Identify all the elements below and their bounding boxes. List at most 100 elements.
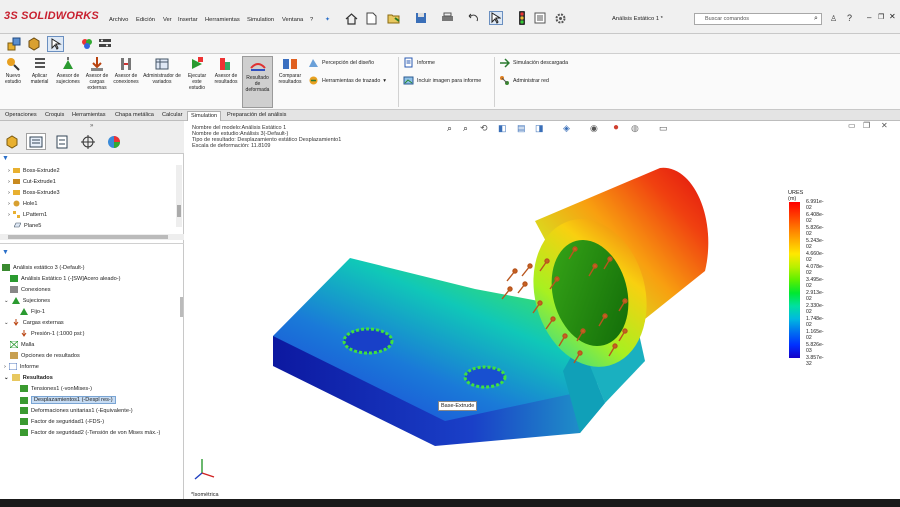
configuration-manager-tab-icon[interactable] (52, 133, 72, 150)
view-orientation-icon[interactable]: ◨ (535, 123, 544, 134)
viewport-restore-icon[interactable]: ❐ (863, 121, 870, 130)
horizontal-scrollbar[interactable] (0, 234, 184, 240)
save-icon[interactable] (414, 11, 428, 25)
restore-icon[interactable]: ❐ (878, 13, 884, 21)
study-root[interactable]: Análisis estático 3 (-Default-) (2, 264, 85, 271)
variants-manager-button[interactable]: Administrador de variados (143, 56, 181, 85)
tab-simulation[interactable]: Simulation (187, 111, 222, 121)
new-study-button[interactable]: Nuevo estudio (2, 56, 24, 85)
viewport-close-icon[interactable]: ✕ (881, 121, 888, 130)
menu-ventana[interactable]: Ventana (282, 17, 303, 23)
tree-scrollbar[interactable] (176, 165, 182, 227)
tree-item[interactable]: Deformaciones unitarias1 (-Equivalente-) (20, 407, 133, 414)
menu-simulation[interactable]: Simulation (247, 17, 274, 23)
tree-item[interactable]: Análisis Estático 1 (-[SW]Acero aleado-) (10, 275, 120, 282)
appearance-icon[interactable] (80, 37, 94, 51)
tree-item[interactable]: Factor de seguridad1 (-FDS-) (20, 418, 104, 425)
hide-show-icon[interactable]: ◉ (590, 123, 598, 134)
apply-scene-icon[interactable]: ◍ (631, 123, 639, 134)
edit-appearance-icon[interactable]: ● (613, 122, 619, 133)
minimize-icon[interactable]: – (867, 13, 871, 22)
traffic-light-icon[interactable] (515, 11, 529, 25)
menu-archivo[interactable]: Archivo (109, 17, 128, 23)
tree-item[interactable]: › Hole1 (8, 200, 38, 207)
tab-chapa-metalica[interactable]: Chapa metálica (112, 111, 157, 121)
section-view-icon[interactable]: ◧ (498, 123, 507, 134)
tab-preparacion-analisis[interactable]: Preparación del análisis (224, 111, 289, 121)
tree-item[interactable]: ⌄ Sujeciones (4, 297, 50, 304)
select-cursor-icon[interactable] (489, 11, 503, 25)
tree-item[interactable]: Opciones de resultados (10, 352, 80, 359)
viewport-minimize-icon[interactable]: ▭ (848, 121, 856, 130)
menu-herramientas[interactable]: Herramientas (205, 17, 240, 23)
compare-results-button[interactable]: Comparar resultados (276, 56, 304, 85)
offload-simulation-button[interactable]: Simulación descargada (499, 57, 568, 68)
deformed-result-button[interactable]: Resultado de deformada (242, 56, 273, 108)
tree-item[interactable]: Tensiones1 (-vonMises-) (20, 385, 92, 392)
close-icon[interactable]: ✕ (889, 12, 896, 21)
dynamic-annotation-icon[interactable]: ▤ (517, 123, 526, 134)
tree-item[interactable]: Fijo-1 (20, 308, 45, 315)
user-icon[interactable]: ♙ (830, 14, 837, 23)
tree-item[interactable]: Malla (10, 341, 34, 348)
tree-item[interactable]: Factor de seguridad2 (-Tensión de von Mi… (20, 429, 160, 436)
tab-calcular[interactable]: Calcular (159, 111, 186, 121)
connections-advisor-button[interactable]: Asesor de conexiones (111, 56, 141, 85)
part-icon[interactable] (27, 37, 41, 51)
view-settings-icon[interactable]: ▭ (659, 123, 668, 134)
menu-ver[interactable]: Ver (163, 17, 172, 23)
run-study-button[interactable]: Ejecutar este estudio (184, 56, 210, 91)
tree-item[interactable]: Conexiones (10, 286, 51, 293)
search-input[interactable]: Buscar comandos (694, 13, 822, 25)
fixtures-advisor-button[interactable]: Asesor de sujeciones (54, 56, 82, 85)
chevron-down-icon[interactable]: ▾ (383, 78, 386, 84)
gear-icon[interactable] (553, 11, 567, 25)
results-advisor-button[interactable]: Asesor de resultados (213, 56, 239, 85)
tree-item[interactable]: Plane5 (8, 222, 41, 229)
tab-croquis[interactable]: Croquis (42, 111, 67, 121)
feature-manager-tab-icon[interactable] (2, 133, 22, 150)
menu-insertar[interactable]: Insertar (178, 17, 198, 23)
print-icon[interactable] (440, 11, 454, 25)
apply-material-button[interactable]: Aplicar material (27, 56, 52, 85)
search-icon[interactable]: ⌕ (814, 15, 818, 23)
zoom-area-icon[interactable]: ⌕ (463, 123, 468, 134)
display-style-icon[interactable]: ◈ (563, 123, 570, 134)
tree-item[interactable]: › LPattern1 (8, 211, 47, 218)
tree-item[interactable]: › Informe (4, 363, 39, 370)
manage-network-button[interactable]: Administrar red (499, 75, 549, 86)
report-button[interactable]: Informe (403, 57, 435, 68)
tree-item[interactable]: › Boss-Extrude2 (8, 167, 60, 174)
tab-operaciones[interactable]: Operaciones (2, 111, 40, 121)
tree-item[interactable]: › Cut-Extrude1 (8, 178, 56, 185)
panel-expand-icon[interactable]: » (90, 123, 93, 129)
tree-item[interactable]: Desplazamientos1 (-Despl res-) (20, 396, 116, 404)
assembly-icon[interactable] (7, 37, 21, 51)
home-icon[interactable] (344, 11, 358, 25)
previous-view-icon[interactable]: ⟲ (480, 123, 488, 134)
open-folder-icon[interactable] (387, 11, 401, 25)
filter-icon[interactable]: ▼ (2, 249, 9, 256)
plot-tools-button[interactable]: Herramientas de trazado ▾ (308, 75, 386, 86)
study-tree-scrollbar[interactable] (180, 297, 183, 317)
include-image-button[interactable]: Incluir imagen para informe (403, 75, 481, 86)
tree-item[interactable]: Presión-1 (:1000 psi:) (20, 330, 84, 337)
zoom-to-fit-icon[interactable]: ⌕ (447, 123, 452, 134)
pin-icon[interactable]: ✦ (325, 17, 330, 23)
menu-help[interactable]: ? (310, 17, 313, 23)
panel-splitter[interactable] (0, 243, 184, 244)
help-icon[interactable]: ? (847, 13, 852, 23)
new-document-icon[interactable] (364, 11, 378, 25)
design-insight-button[interactable]: Percepción del diseño (308, 57, 374, 68)
undo-icon[interactable] (466, 11, 480, 25)
tab-herramientas[interactable]: Herramientas (69, 111, 109, 121)
filter-icon[interactable]: ▼ (2, 155, 9, 162)
dimxpert-tab-icon[interactable] (78, 133, 98, 150)
settings-list-icon[interactable] (98, 37, 112, 51)
display-manager-tab-icon[interactable] (104, 133, 124, 150)
property-manager-tab-icon[interactable] (26, 133, 46, 150)
solidworks-logo[interactable]: 3S SOLIDWORKS (4, 10, 99, 22)
menu-edicion[interactable]: Edición (136, 17, 155, 23)
external-loads-advisor-button[interactable]: Asesor de cargas externas (84, 56, 110, 91)
tree-item[interactable]: ⌄ Cargas externas (4, 319, 64, 326)
